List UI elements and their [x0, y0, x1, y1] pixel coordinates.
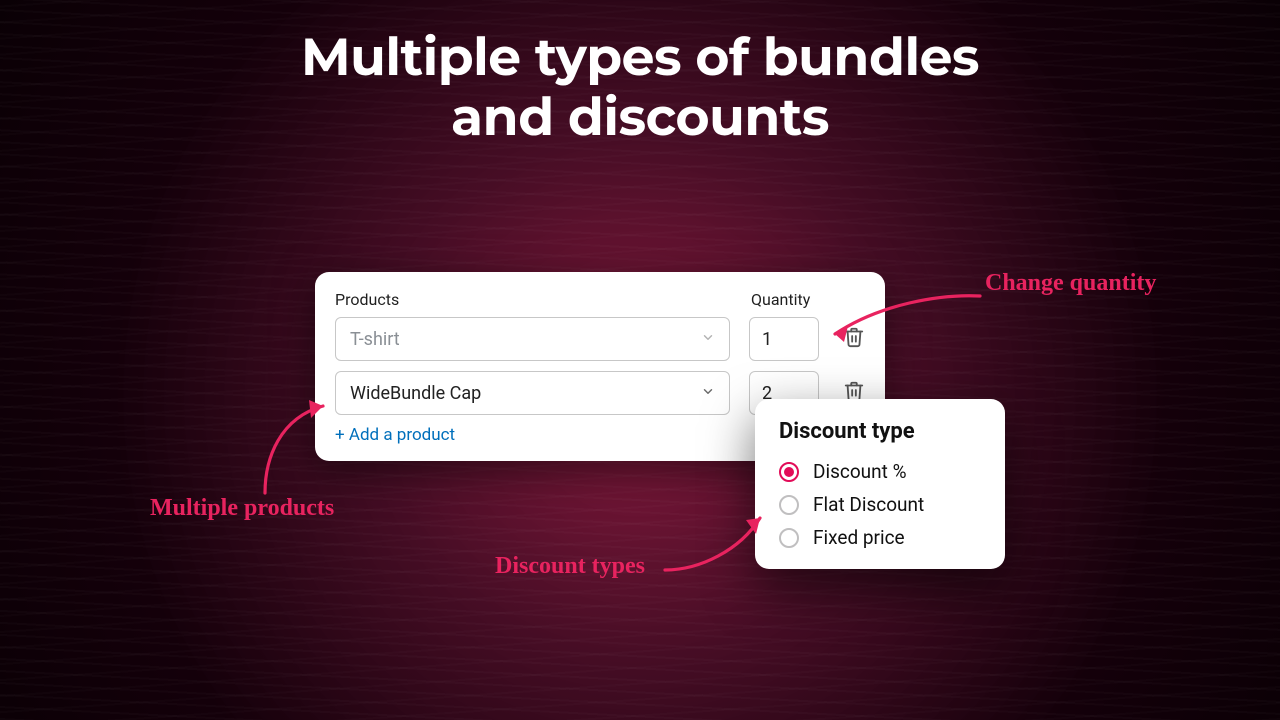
- discount-option-label: Discount %: [813, 460, 907, 483]
- radio-icon: [779, 528, 799, 548]
- page-headline: Multiple types of bundles and discounts: [0, 28, 1280, 148]
- quantity-value: 1: [762, 329, 772, 350]
- discount-type-title: Discount type: [779, 419, 981, 444]
- radio-icon: [779, 462, 799, 482]
- discount-option-label: Fixed price: [813, 526, 905, 549]
- products-label: Products: [335, 290, 733, 309]
- annotation-change-quantity: Change quantity: [985, 270, 1156, 297]
- annotation-discount-types: Discount types: [495, 553, 645, 580]
- discount-option-label: Flat Discount: [813, 493, 924, 516]
- chevron-down-icon: [701, 329, 715, 350]
- chevron-down-icon: [701, 383, 715, 404]
- product-select-value: WideBundle Cap: [350, 383, 481, 404]
- add-product-label: + Add a product: [335, 425, 455, 445]
- product-row: T-shirt 1: [335, 317, 865, 361]
- product-select[interactable]: T-shirt: [335, 317, 730, 361]
- product-select[interactable]: WideBundle Cap: [335, 371, 730, 415]
- annotation-multiple-products: Multiple products: [150, 495, 334, 522]
- products-header-row: Products Quantity: [335, 290, 865, 309]
- stage: Multiple types of bundles and discounts …: [0, 0, 1280, 720]
- discount-option-percent[interactable]: Discount %: [779, 460, 981, 483]
- discount-option-fixed[interactable]: Fixed price: [779, 526, 981, 549]
- headline-line-1: Multiple types of bundles: [301, 26, 979, 89]
- headline-line-2: and discounts: [451, 86, 829, 149]
- trash-icon[interactable]: [843, 326, 865, 352]
- product-select-value: T-shirt: [350, 329, 400, 350]
- discount-option-flat[interactable]: Flat Discount: [779, 493, 981, 516]
- arrow-icon: [660, 510, 770, 580]
- radio-icon: [779, 495, 799, 515]
- quantity-label: Quantity: [733, 290, 833, 309]
- quantity-input[interactable]: 1: [749, 317, 819, 361]
- discount-type-card: Discount type Discount % Flat Discount F…: [755, 399, 1005, 569]
